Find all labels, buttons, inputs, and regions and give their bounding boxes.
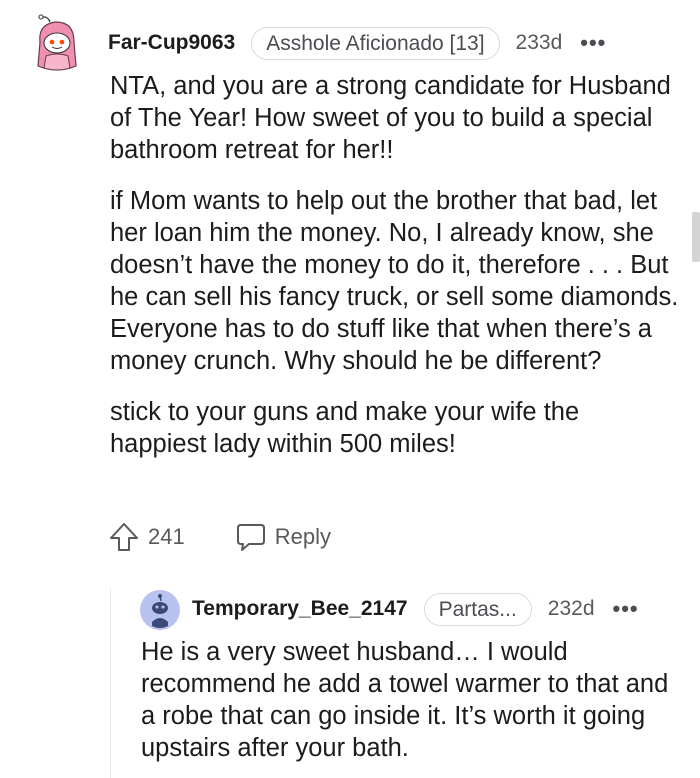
reply-user-avatar[interactable] [140,590,180,630]
more-options-icon[interactable]: ••• [580,30,606,56]
upvote-count: 241 [148,524,185,549]
snoo-avatar-blue-icon [140,590,180,630]
comment-header: Far-Cup9063 Asshole Aficionado [13] 233d… [108,26,606,60]
comment-body: NTA, and you are a strong candidate for … [110,70,682,460]
username-link[interactable]: Far-Cup9063 [108,31,235,55]
comment-age: 233d [515,31,563,54]
comment-paragraph: stick to your guns and make your wife th… [110,398,580,458]
scrollbar-thumb[interactable] [692,212,700,262]
user-flair: Asshole Aficionado [13] [251,26,500,60]
reply-label: Reply [274,524,331,549]
reply-button[interactable]: Reply [235,522,331,552]
comment-paragraph: if Mom wants to help out the brother tha… [110,187,679,375]
reply-paragraph: He is a very sweet husband… I would reco… [141,638,669,762]
thread-line[interactable] [110,588,111,778]
reply-bubble-icon [236,524,265,551]
user-avatar[interactable] [30,14,84,74]
reply-user-flair: Partas... [423,592,532,626]
comment-actions: 241 Reply [108,520,331,554]
upvote-button[interactable]: 241 [108,521,185,553]
reply-username-link[interactable]: Temporary_Bee_2147 [192,597,408,621]
snoo-avatar-pink-hood-icon [37,14,77,71]
reply-header: Temporary_Bee_2147 Partas... 232d ••• [192,592,639,626]
reply-age: 232d [547,597,595,620]
reply-more-options-icon[interactable]: ••• [613,596,639,622]
comment-paragraph: NTA, and you are a strong candidate for … [110,72,671,164]
reply-body: He is a very sweet husband… I would reco… [141,636,671,764]
upvote-arrow-icon [110,523,138,551]
